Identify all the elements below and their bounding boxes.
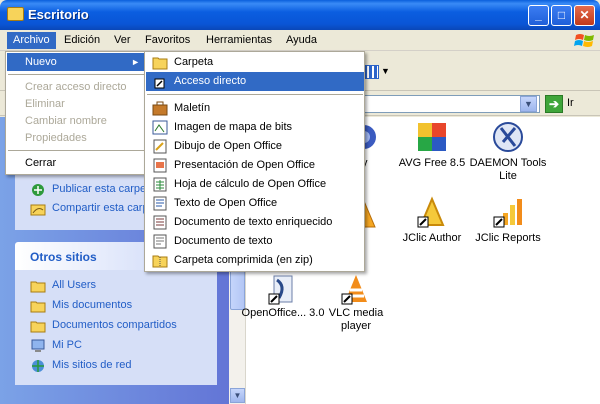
zip-folder-icon — [152, 255, 168, 268]
briefcase-icon — [152, 101, 168, 116]
link-mi-pc[interactable]: Mi PC — [52, 339, 82, 351]
menu-herramientas[interactable]: Herramientas — [200, 32, 278, 49]
link-mis-sitios-de-red[interactable]: Mis sitios de red — [52, 359, 131, 371]
maximize-button[interactable]: □ — [551, 5, 572, 26]
close-button[interactable]: ✕ — [574, 5, 595, 26]
desktop-item-jclic-reports[interactable]: JClic Reports — [466, 232, 550, 245]
jclic-author-icon — [417, 196, 445, 228]
menu-separator — [8, 74, 147, 75]
submenu-item-rtf[interactable]: Documento de texto enriquecido — [146, 213, 364, 232]
menu-bar: Archivo Edición Ver Favoritos Herramient… — [0, 30, 600, 51]
folder-icon — [152, 57, 168, 70]
submenu-item-oo-draw[interactable]: Dibujo de Open Office — [146, 137, 364, 156]
oo-calc-icon — [153, 177, 167, 192]
desktop-item-vlc[interactable]: VLC media player — [314, 307, 398, 333]
folder-icon — [30, 319, 46, 333]
submenu-item-zip-label: Carpeta comprimida (en zip) — [174, 254, 313, 266]
menu-item-crear-acceso-directo: Crear acceso directo — [25, 81, 127, 93]
menu-ver[interactable]: Ver — [108, 32, 137, 49]
title-bar: Escritorio _ □ ✕ — [0, 0, 600, 30]
submenu-item-oo-impress[interactable]: Presentación de Open Office — [146, 156, 364, 175]
submenu-item-zip[interactable]: Carpeta comprimida (en zip) — [146, 251, 364, 270]
archivo-menu: Nuevo ► Crear acceso directo Eliminar Ca… — [5, 51, 150, 175]
submenu-item-acceso-directo-label: Acceso directo — [174, 75, 247, 87]
go-arrow-icon[interactable]: ➔ — [545, 95, 563, 113]
submenu-item-oo-calc[interactable]: Hoja de cálculo de Open Office — [146, 175, 364, 194]
submenu-item-rtf-label: Documento de texto enriquecido — [174, 216, 333, 228]
submenu-item-oo-calc-label: Hoja de cálculo de Open Office — [174, 178, 327, 190]
submenu-item-acceso-directo[interactable]: Acceso directo — [146, 72, 364, 91]
rtf-icon — [153, 215, 167, 230]
chevron-down-icon[interactable]: ▼ — [381, 66, 390, 76]
submenu-item-carpeta-label: Carpeta — [174, 56, 214, 68]
desktop-item-openoffice[interactable]: OpenOffice... 3.0 — [241, 307, 325, 320]
oo-impress-icon — [153, 158, 167, 173]
submenu-item-oo-writer-label: Texto de Open Office — [174, 197, 278, 209]
submenu-item-bitmap[interactable]: Imagen de mapa de bits — [146, 118, 364, 137]
otros-sitios-title: Otros sitios — [30, 250, 97, 264]
task-publish-folder[interactable]: Publicar esta carpe — [52, 183, 146, 195]
submenu-item-maletin[interactable]: Maletín — [146, 99, 364, 118]
submenu-item-txt[interactable]: Documento de texto — [146, 232, 364, 251]
window-title: Escritorio — [28, 7, 89, 22]
vlc-icon — [341, 275, 367, 305]
chevron-right-icon: ► — [131, 57, 140, 67]
menu-favoritos[interactable]: Favoritos — [139, 32, 196, 49]
openoffice-icon — [268, 275, 293, 305]
menu-ayuda[interactable]: Ayuda — [280, 32, 323, 49]
windows-logo-icon — [574, 34, 594, 47]
submenu-item-bitmap-label: Imagen de mapa de bits — [174, 121, 293, 133]
jclic-reports-icon — [493, 199, 522, 228]
desktop-item-avg[interactable]: AVG Free 8.5 — [390, 157, 474, 170]
folder-icon — [7, 7, 24, 21]
minimize-button[interactable]: _ — [528, 5, 549, 26]
daemon-tools-icon — [493, 122, 523, 152]
menu-edicion[interactable]: Edición — [58, 32, 106, 49]
submenu-item-oo-impress-label: Presentación de Open Office — [174, 159, 316, 171]
go-button-label[interactable]: Ir — [567, 97, 574, 109]
link-mis-documentos[interactable]: Mis documentos — [52, 299, 132, 311]
menu-item-eliminar: Eliminar — [25, 98, 65, 110]
computer-icon — [30, 339, 46, 353]
desktop-item-daemon-tools[interactable]: DAEMON Tools Lite — [466, 157, 550, 183]
submenu-item-oo-writer[interactable]: Texto de Open Office — [146, 194, 364, 213]
scroll-down-button[interactable]: ▼ — [230, 388, 245, 403]
avg-icon — [418, 123, 446, 151]
address-dropdown-button[interactable]: ▼ — [520, 96, 537, 112]
submenu-item-oo-draw-label: Dibujo de Open Office — [174, 140, 283, 152]
publish-icon — [30, 183, 46, 197]
menu-item-nuevo[interactable]: Nuevo ► — [7, 53, 148, 71]
menu-archivo[interactable]: Archivo — [7, 32, 56, 49]
nuevo-submenu: Carpeta Acceso directo Maletín Imagen de… — [144, 51, 365, 272]
bitmap-icon — [152, 120, 168, 135]
menu-separator — [8, 150, 147, 151]
link-documentos-compartidos[interactable]: Documentos compartidos — [52, 319, 177, 331]
menu-item-cerrar[interactable]: Cerrar — [7, 154, 148, 172]
submenu-item-maletin-label: Maletín — [174, 102, 211, 114]
txt-icon — [153, 234, 167, 249]
submenu-item-carpeta[interactable]: Carpeta — [146, 53, 364, 72]
network-icon — [30, 359, 46, 373]
link-all-users[interactable]: All Users — [52, 279, 96, 291]
oo-writer-icon — [153, 196, 167, 211]
desktop-item-jclic-author[interactable]: JClic Author — [390, 232, 474, 245]
menu-separator — [147, 94, 363, 95]
share-icon — [30, 202, 46, 216]
folder-icon — [30, 299, 46, 313]
menu-item-nuevo-label: Nuevo — [25, 56, 57, 68]
shortcut-icon — [154, 78, 165, 89]
menu-item-cambiar-nombre: Cambiar nombre — [25, 115, 107, 127]
submenu-item-txt-label: Documento de texto — [174, 235, 273, 247]
menu-item-propiedades: Propiedades — [25, 132, 87, 144]
folder-icon — [30, 279, 46, 293]
address-input[interactable] — [360, 95, 540, 113]
oo-draw-icon — [153, 139, 167, 154]
task-share-folder[interactable]: Compartir esta carpe — [52, 202, 155, 214]
views-icon[interactable] — [363, 65, 379, 79]
